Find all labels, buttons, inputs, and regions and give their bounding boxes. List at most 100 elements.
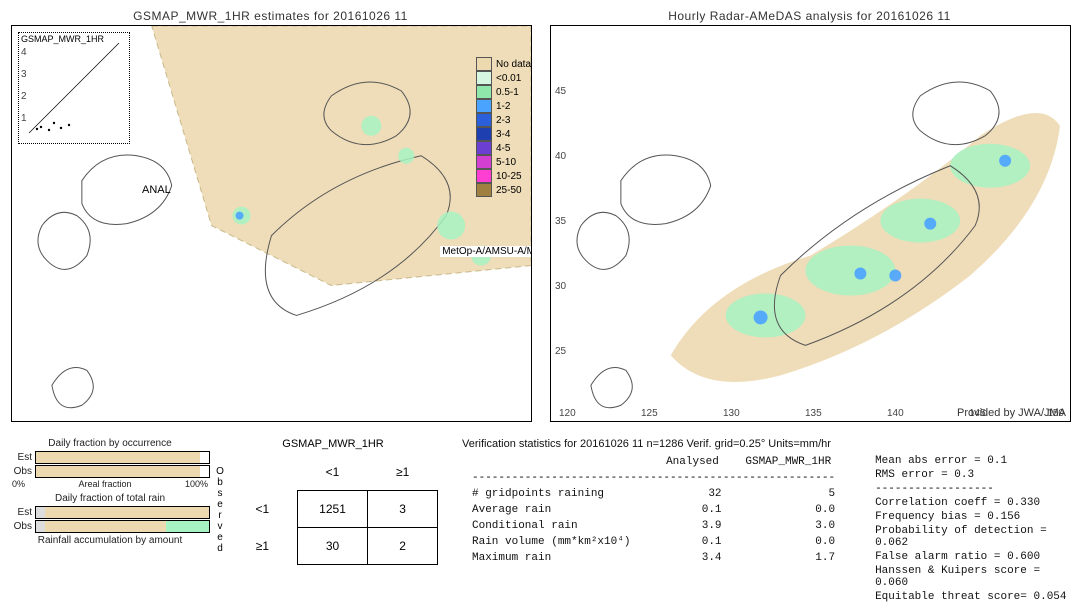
verif-row4-a: 3.4: [653, 550, 731, 566]
ctab-row-ge1: ≥1: [228, 528, 297, 565]
map-right-frame: 45 40 35 30 25 120 125 130 135 140 145 1…: [550, 25, 1071, 422]
verif-row2-a: 3.9: [653, 518, 731, 534]
verif-row2-b: 3.0: [732, 518, 846, 534]
legend-label-4: 2-3: [496, 115, 510, 126]
legend-label-7: 5-10: [496, 157, 516, 168]
lat-tick-25: 25: [555, 346, 566, 357]
verif-row0-a: 32: [653, 486, 731, 502]
metric-3: Frequency bias = 0.156: [875, 510, 1070, 524]
metric-4: Probability of detection = 0.062: [875, 524, 1070, 550]
legend-swatch-1: [476, 71, 492, 85]
bar-est-label: Est: [10, 452, 35, 463]
verification-block: Verification statistics for 20161026 11 …: [462, 438, 1070, 604]
legend-swatch-8: [476, 169, 492, 183]
bar-obs-label2: Obs: [10, 521, 35, 532]
verif-row1-a: 0.1: [653, 502, 731, 518]
axis-100: 100%: [185, 479, 208, 489]
verif-row2-l: Conditional rain: [462, 518, 653, 534]
inset-scatter: [19, 33, 129, 143]
bar-title-occurrence: Daily fraction by occurrence: [10, 438, 210, 449]
verif-row3-b: 0.0: [732, 534, 846, 550]
anal-label: ANAL: [142, 184, 171, 196]
lon-tick-140: 140: [887, 408, 904, 419]
legend-swatch-3: [476, 99, 492, 113]
verif-row3-l: Rain volume (mm*km²x10⁴): [462, 534, 653, 550]
ctab-c10: 30: [297, 528, 368, 565]
verif-row4-l: Maximum rain: [462, 550, 653, 566]
map-left-frame: GSMAP_MWR_1HR 4 3 2 1 ANAL MetOp-A/AMSU-…: [11, 25, 532, 422]
verif-row0-b: 5: [732, 486, 846, 502]
legend-swatch-9: [476, 183, 492, 197]
lat-tick-45: 45: [555, 86, 566, 97]
verif-col-analysed: Analysed: [653, 454, 731, 470]
map-right-svg: [551, 26, 1070, 420]
map-right-panel: Hourly Radar-AMeDAS analysis for 2016102…: [549, 8, 1070, 428]
map-left-inset: GSMAP_MWR_1HR 4 3 2 1: [18, 32, 130, 144]
bar-obs-total: [35, 520, 210, 533]
bar-title-total: Daily fraction of total rain: [10, 493, 210, 504]
legend-swatch-6: [476, 141, 492, 155]
map-right-title: Hourly Radar-AMeDAS analysis for 2016102…: [550, 9, 1069, 23]
legend-swatch-7: [476, 155, 492, 169]
metric-7: Equitable threat score= 0.054: [875, 590, 1070, 604]
ctab-row-lt1: <1: [228, 491, 297, 528]
verif-row4-b: 1.7: [732, 550, 846, 566]
legend-label-5: 3-4: [496, 129, 510, 140]
verif-dash: [462, 470, 845, 486]
verif-row3-a: 0.1: [653, 534, 731, 550]
provided-by-label: Provided by JWA/JMA: [957, 407, 1066, 419]
bar-obs-occurrence: [35, 465, 210, 478]
verification-metrics: Mean abs error = 0.1 RMS error = 0.3 Cor…: [875, 454, 1070, 604]
legend-swatch-0: [476, 57, 492, 71]
legend-label-0: No data: [496, 59, 531, 70]
metric-0: Mean abs error = 0.1: [875, 454, 1070, 468]
lon-tick-135: 135: [805, 408, 822, 419]
lat-tick-35: 35: [555, 216, 566, 227]
verification-header: Verification statistics for 20161026 11 …: [462, 438, 1070, 450]
legend-swatch-4: [476, 113, 492, 127]
maps-row: GSMAP_MWR_1HR estimates for 20161026 11: [10, 8, 1070, 428]
contingency-title: GSMAP_MWR_1HR: [228, 438, 438, 450]
verif-row1-l: Average rain: [462, 502, 653, 518]
ctab-c00: 1251: [297, 491, 368, 528]
ctab-c11: 2: [368, 528, 438, 565]
bar-footer: Rainfall accumulation by amount: [10, 535, 210, 546]
metric-dash: [875, 482, 1070, 496]
verification-table: Analysed GSMAP_MWR_1HR # gridpoints rain…: [462, 454, 845, 604]
legend-swatch-5: [476, 127, 492, 141]
metric-2: Correlation coeff = 0.330: [875, 496, 1070, 510]
ctab-c01: 3: [368, 491, 438, 528]
legend-label-6: 4-5: [496, 143, 510, 154]
map-left-title: GSMAP_MWR_1HR estimates for 20161026 11: [11, 9, 530, 23]
lon-tick-125: 125: [641, 408, 658, 419]
contingency-table: Observed GSMAP_MWR_1HR <1 ≥1 <1 1251 3 ≥…: [228, 438, 438, 565]
legend-label-1: <0.01: [496, 73, 521, 84]
legend-label-3: 1-2: [496, 101, 510, 112]
ctab-col-lt1: <1: [297, 454, 368, 491]
axis-0: 0%: [12, 479, 25, 489]
verif-col-est: GSMAP_MWR_1HR: [732, 454, 846, 470]
bar-charts: Daily fraction by occurrence Est Obs 0% …: [10, 438, 210, 546]
lon-tick-120: 120: [559, 408, 576, 419]
bar-est-total: [35, 506, 210, 519]
verif-row0-l: # gridpoints raining: [462, 486, 653, 502]
legend-label-9: 25-50: [496, 185, 522, 196]
map-left-panel: GSMAP_MWR_1HR estimates for 20161026 11: [10, 8, 531, 428]
lon-tick-130: 130: [723, 408, 740, 419]
contingency-side-label: Observed: [214, 466, 226, 554]
lat-tick-30: 30: [555, 281, 566, 292]
ctab-col-ge1: ≥1: [368, 454, 438, 491]
bar-est-occurrence: [35, 451, 210, 464]
legend-label-8: 10-25: [496, 171, 522, 182]
metric-1: RMS error = 0.3: [875, 468, 1070, 482]
legend-swatch-2: [476, 85, 492, 99]
bottom-row: Daily fraction by occurrence Est Obs 0% …: [10, 438, 1070, 608]
metric-6: Hanssen & Kuipers score = 0.060: [875, 564, 1070, 590]
overlay-satellite-label: MetOp-A/AMSU-A/M: [440, 246, 532, 257]
bar-obs-label: Obs: [10, 466, 35, 477]
lat-tick-40: 40: [555, 151, 566, 162]
metric-5: False alarm ratio = 0.600: [875, 550, 1070, 564]
verif-row1-b: 0.0: [732, 502, 846, 518]
legend-label-2: 0.5-1: [496, 87, 519, 98]
axis-mid: Areal fraction: [78, 479, 131, 489]
